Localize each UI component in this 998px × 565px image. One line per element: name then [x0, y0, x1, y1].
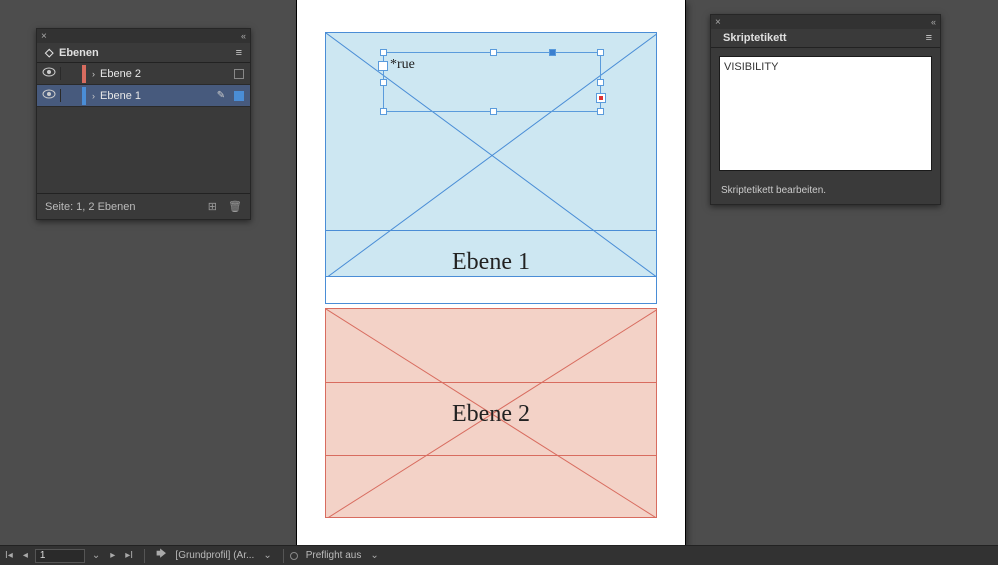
- first-page-button[interactable]: I◂: [0, 550, 18, 561]
- next-page-button[interactable]: ▸: [105, 550, 120, 561]
- script-body: [711, 48, 940, 182]
- collapse-icon[interactable]: «: [241, 31, 246, 41]
- visibility-toggle[interactable]: [37, 67, 61, 80]
- resize-handle-tl[interactable]: [380, 49, 387, 56]
- separator: [144, 549, 145, 563]
- profile-dropdown-icon[interactable]: ⌄: [258, 550, 276, 561]
- resize-handle-ml[interactable]: [380, 79, 387, 86]
- panel-menu-icon[interactable]: ≡: [236, 47, 242, 59]
- selected-text-frame[interactable]: *rue: [383, 52, 601, 112]
- preflight-dropdown-icon[interactable]: ⌄: [365, 550, 383, 561]
- resize-handle-bm[interactable]: [490, 108, 497, 115]
- panel-title-row: Skriptetikett ≡: [711, 29, 940, 48]
- resize-handle-bl[interactable]: [380, 108, 387, 115]
- selected-frame-text: *rue: [384, 53, 600, 77]
- separator: [283, 549, 284, 563]
- collapse-icon[interactable]: «: [931, 17, 936, 27]
- prev-page-button[interactable]: ◂: [18, 550, 33, 561]
- layers-panel: × « ◇ Ebenen ≡ › Ebene 2 › Ebene 1 ✎: [36, 28, 251, 220]
- panel-header[interactable]: × «: [37, 29, 250, 43]
- script-footer-text: Skriptetikett bearbeiten.: [711, 182, 940, 204]
- open-file-icon[interactable]: 🡆: [151, 547, 171, 564]
- page-number-input[interactable]: [35, 549, 85, 563]
- panel-title-row: ◇ Ebenen ≡: [37, 43, 250, 63]
- frame-label: Ebene 2: [326, 383, 656, 428]
- preflight-status-icon: [290, 552, 298, 560]
- panel-title: Skriptetikett: [719, 32, 787, 44]
- resize-handle-tr[interactable]: [597, 49, 604, 56]
- script-label-input[interactable]: [719, 56, 932, 171]
- layer-color-swatch: [82, 65, 86, 83]
- layer-name: Ebene 1: [100, 90, 214, 102]
- resize-handle-tm[interactable]: [490, 49, 497, 56]
- resize-handle-mr[interactable]: [597, 79, 604, 86]
- selection-indicator[interactable]: [234, 91, 244, 101]
- panel-footer: Seite: 1, 2 Ebenen ⊞ 🗑: [37, 193, 250, 219]
- visibility-toggle[interactable]: [37, 89, 61, 102]
- layer-list: › Ebene 2 › Ebene 1 ✎: [37, 63, 250, 193]
- page-dropdown-icon[interactable]: ⌄: [87, 550, 105, 561]
- status-bar: I◂ ◂ ⌄ ▸ ▸I 🡆 [Grundprofil] (Ar... ⌄ Pre…: [0, 545, 998, 565]
- preflight-status[interactable]: Preflight aus: [302, 550, 366, 561]
- expand-arrow-icon[interactable]: ›: [92, 91, 95, 101]
- layer-color-swatch: [82, 87, 86, 105]
- layer-row[interactable]: › Ebene 2: [37, 63, 250, 85]
- eye-icon: ◇: [45, 46, 55, 59]
- resize-handle-anchor[interactable]: [549, 49, 556, 56]
- selection-indicator[interactable]: [234, 69, 244, 79]
- resize-handle-br[interactable]: [597, 108, 604, 115]
- panel-menu-icon[interactable]: ≡: [926, 32, 932, 44]
- panel-title: Ebenen: [59, 47, 99, 59]
- last-page-button[interactable]: ▸I: [120, 550, 138, 561]
- footer-status: Seite: 1, 2 Ebenen: [45, 201, 136, 213]
- text-outport-overset[interactable]: [596, 93, 606, 103]
- delete-layer-icon[interactable]: 🗑: [228, 201, 242, 213]
- text-inport[interactable]: [378, 61, 388, 71]
- close-icon[interactable]: ×: [715, 17, 721, 28]
- textframe-ebene2[interactable]: Ebene 2: [325, 382, 657, 456]
- script-label-panel: × « Skriptetikett ≡ Skriptetikett bearbe…: [710, 14, 941, 205]
- expand-arrow-icon[interactable]: ›: [92, 69, 95, 79]
- panel-header[interactable]: × «: [711, 15, 940, 29]
- new-layer-icon[interactable]: ⊞: [208, 201, 217, 213]
- layer-row[interactable]: › Ebene 1 ✎: [37, 85, 250, 107]
- close-icon[interactable]: ×: [41, 31, 47, 42]
- layer-name: Ebene 2: [100, 68, 214, 80]
- pen-indicator: ✎: [214, 90, 228, 101]
- profile-name[interactable]: [Grundprofil] (Ar...: [171, 550, 258, 561]
